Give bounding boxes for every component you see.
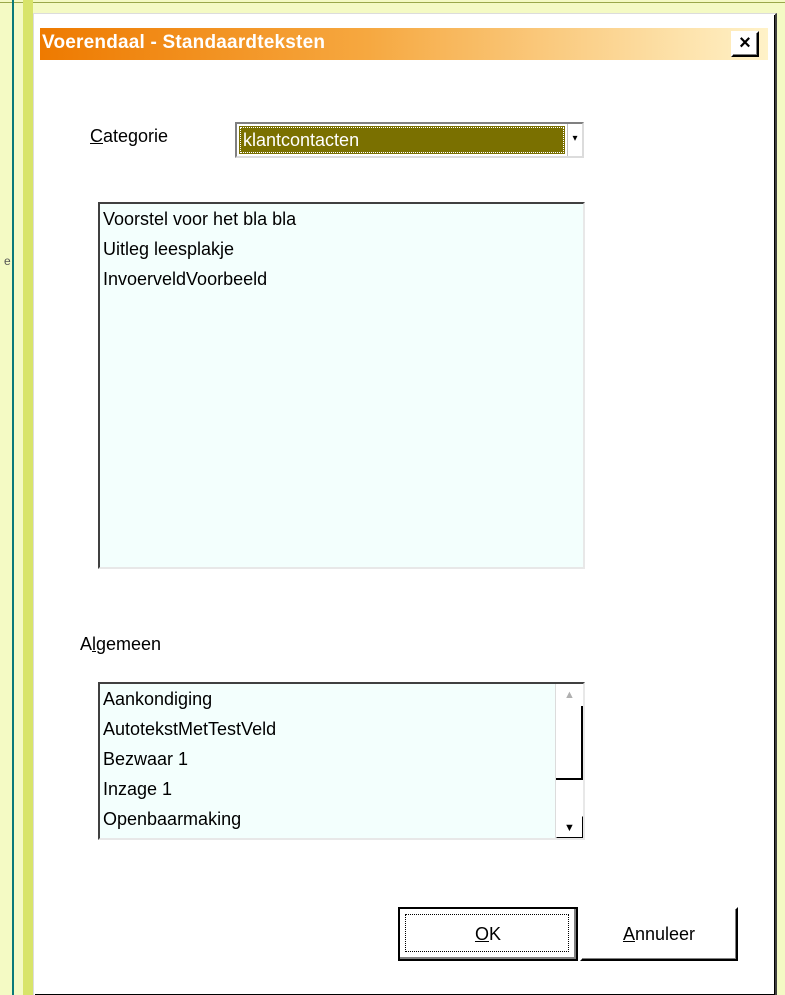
ok-button-label: OK [474,924,502,944]
vertical-scrollbar[interactable]: ▲ ▼ [555,684,583,838]
list-item[interactable]: AutotekstMetTestVeld [100,714,583,744]
general-label: Algemeen [80,634,162,654]
close-icon: × [739,32,751,54]
background-edge-text: e [4,254,11,268]
window-title: Voerendaal - Standaardteksten [42,32,326,53]
list-item[interactable]: Aankondiging [100,684,583,714]
ok-button[interactable]: OK [398,907,578,961]
close-button[interactable]: × [731,31,759,57]
category-dropdown[interactable]: klantcontacten ▾ [235,122,584,158]
background-vertical-line [12,0,14,995]
chevron-down-icon: ▾ [572,133,578,144]
category-selected-value: klantcontacten [239,126,565,154]
cancel-button[interactable]: Annuleer [580,907,738,961]
category-text-list[interactable]: Voorstel voor het bla bla Uitleg leespla… [98,202,585,569]
cancel-button-label: Annuleer [622,924,696,944]
list-item[interactable]: Voorstel voor het bla bla [100,204,583,234]
scroll-down-icon[interactable]: ▼ [556,816,583,838]
scroll-up-icon[interactable]: ▲ [556,684,583,706]
dropdown-arrow-button[interactable]: ▾ [567,124,582,156]
scrollbar-thumb[interactable] [556,706,583,780]
background-side-bar [23,0,33,995]
list-item[interactable]: Inzage 1 [100,774,583,804]
list-item[interactable]: Uitleg leesplakje [100,234,583,264]
list-item[interactable]: Openbaarmaking [100,804,583,834]
list-item[interactable]: InvoerveldVoorbeeld [100,264,583,294]
list-item[interactable]: Bezwaar 1 [100,744,583,774]
general-text-list[interactable]: Aankondiging AutotekstMetTestVeld Bezwaa… [98,682,585,840]
background-top-line [0,2,785,3]
category-label: Categorie [90,126,169,146]
